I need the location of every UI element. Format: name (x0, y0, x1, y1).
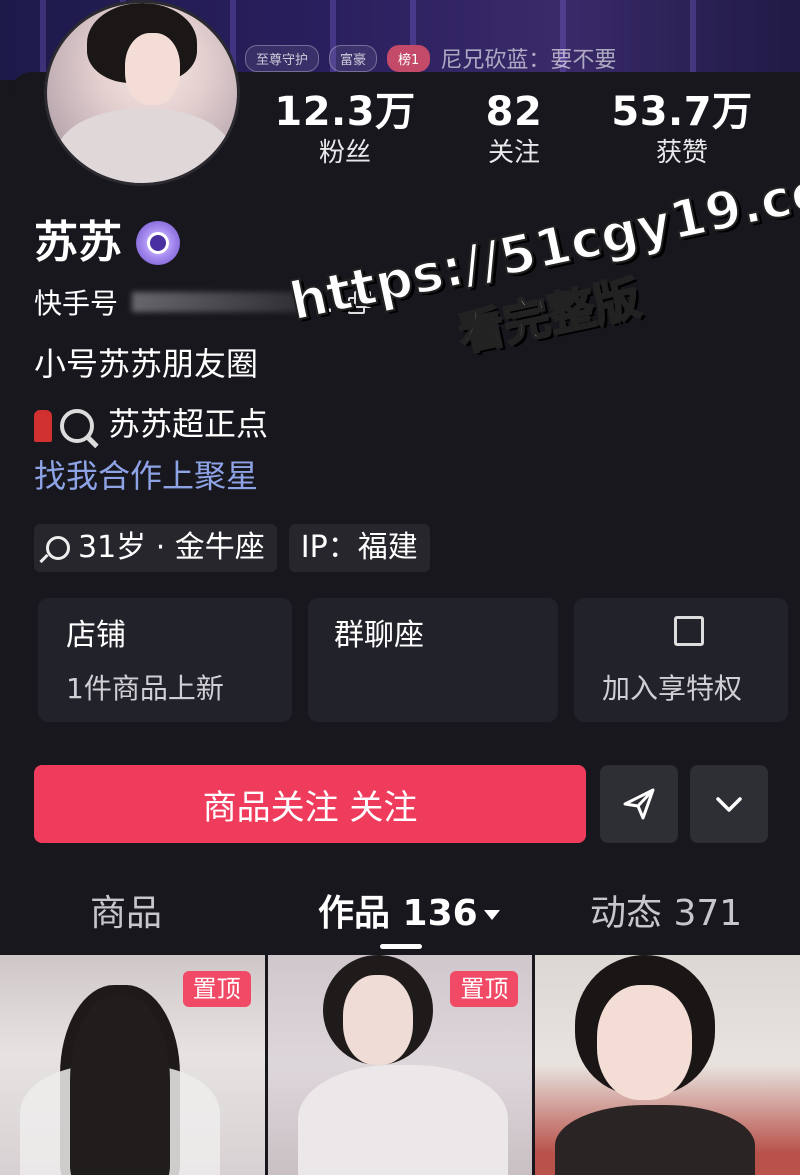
shop-card[interactable]: 店铺 1件商品上新 (38, 598, 292, 722)
magnifier-icon (60, 409, 94, 443)
age-text: 31岁 · 金牛座 (78, 530, 265, 565)
fan-club-card[interactable]: 加入享特权 (574, 598, 788, 722)
kuaishou-id-value: .. (316, 285, 334, 319)
banner-message: 尼兄砍蓝：要不要 (440, 48, 617, 73)
profile-name: 苏苏 (34, 217, 122, 268)
red-tassel-icon (34, 410, 52, 442)
video-thumb[interactable]: 置顶 (0, 955, 265, 1175)
tab-moments[interactable]: 动态 371 (590, 888, 742, 940)
age-tag: 31岁 · 金牛座 (34, 524, 277, 572)
id-redacted (132, 292, 303, 312)
stat-likes[interactable]: 53.7万 获赞 (602, 88, 762, 170)
pinned-badge: 置顶 (182, 971, 251, 1007)
follow-button[interactable]: 商品关注 关注 (34, 765, 586, 843)
shop-title: 店铺 (66, 618, 126, 653)
fan-club-icon (674, 616, 704, 646)
follow-label: 商品关注 关注 (202, 787, 418, 828)
group-card[interactable]: 群聊 座 (308, 598, 558, 722)
bio-line-1: 小号苏苏朋友圈 (34, 345, 259, 383)
profile-panel: 12.3万 粉丝 82 关注 53.7万 获赞 苏苏 快手号 .. 小号苏苏朋友… (10, 0, 800, 972)
kuaishou-id-label: 快手号 (34, 287, 119, 320)
shop-subtitle: 1件商品上新 (66, 672, 224, 705)
verified-badge-icon[interactable] (136, 221, 180, 265)
send-icon (623, 788, 655, 820)
tab-works-label: 作品 136 (318, 893, 478, 934)
works-grid: 置顶 置顶 (0, 955, 800, 1175)
group-subtitle: 座 (394, 618, 424, 653)
content-tabs: 商品 作品 136 动态 371 (0, 888, 800, 952)
bio-line-2-row: 苏苏超正点 (34, 404, 268, 444)
group-title: 群聊 (334, 618, 394, 653)
info-tags: 31岁 · 金牛座 IP：福建 (34, 524, 430, 572)
fans-count: 12.3万 (274, 89, 416, 135)
stat-following[interactable]: 82 关注 (434, 88, 594, 170)
more-button[interactable] (690, 765, 768, 843)
video-thumb[interactable] (535, 955, 800, 1175)
active-tab-indicator (380, 944, 422, 949)
tab-works[interactable]: 作品 136 (318, 888, 500, 940)
rank-chip: 榜1 (387, 44, 431, 72)
fan-club-subtitle: 加入享特权 (602, 672, 743, 705)
likes-count: 53.7万 (611, 89, 753, 135)
fans-label: 粉丝 (318, 138, 371, 168)
name-row: 苏苏 (34, 215, 180, 271)
tab-goods[interactable]: 商品 (90, 888, 162, 940)
rich-chip: 富豪 (329, 44, 378, 72)
avatar[interactable] (44, 0, 240, 186)
pinned-badge: 置顶 (450, 971, 519, 1007)
following-label: 关注 (487, 138, 540, 168)
cooperation-link[interactable]: 找我合作上聚星 (34, 456, 258, 496)
likes-label: 获赞 (655, 138, 708, 168)
stat-fans[interactable]: 12.3万 粉丝 (265, 88, 425, 170)
chevron-down-icon (716, 797, 742, 812)
share-button[interactable] (600, 765, 678, 843)
caret-down-icon (483, 910, 500, 920)
ip-tag: IP：福建 (288, 524, 430, 572)
following-count: 82 (485, 89, 543, 135)
guard-chip: 至尊守护 (245, 44, 320, 72)
female-icon (46, 536, 70, 560)
banner-chat-row: 至尊守护 富豪 榜1 尼兄砍蓝：要不要 (245, 44, 617, 73)
bio-line-2: 苏苏超正点 (108, 405, 269, 443)
copy-icon[interactable] (347, 291, 371, 314)
ip-text: IP：福建 (300, 530, 418, 565)
kuaishou-id-row: 快手号 .. (34, 282, 371, 322)
video-thumb[interactable]: 置顶 (267, 955, 533, 1175)
